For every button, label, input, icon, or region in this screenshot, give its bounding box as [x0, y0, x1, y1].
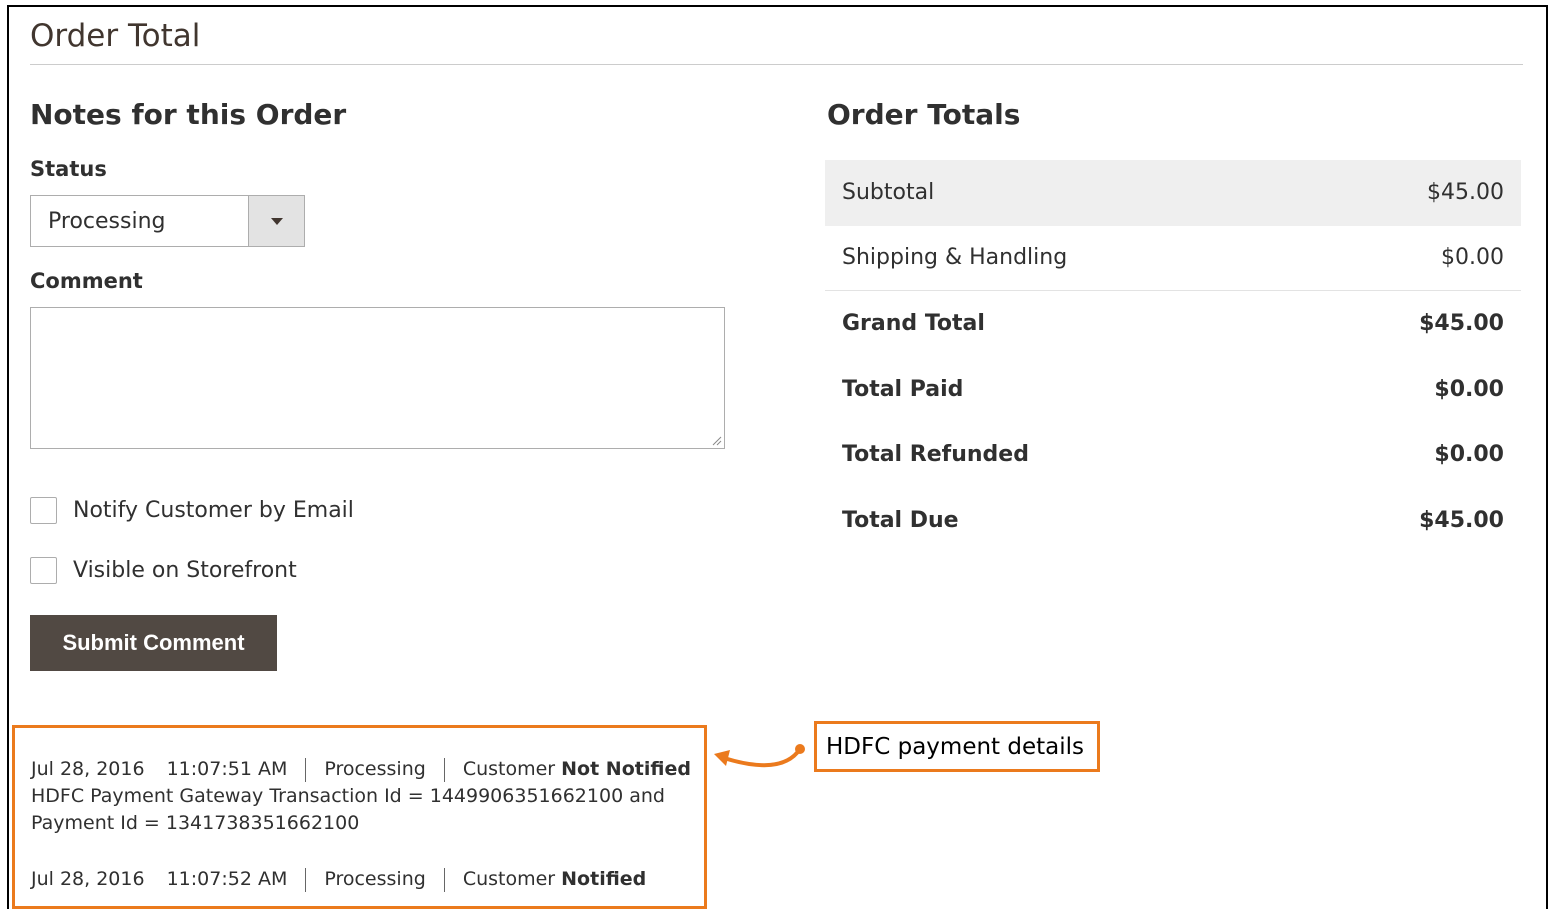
totals-row-label: Total Refunded: [842, 442, 1029, 468]
divider: [305, 867, 307, 892]
history-status: Processing: [324, 868, 426, 890]
totals-row-label: Total Paid: [842, 376, 964, 402]
visible-storefront-label[interactable]: Visible on Storefront: [73, 558, 297, 583]
resize-grip-icon[interactable]: [712, 436, 722, 446]
order-totals-table: Subtotal $45.00 Shipping & Handling $0.0…: [825, 160, 1521, 553]
totals-row-grand-total: Grand Total $45.00: [825, 291, 1521, 357]
history-comment-line: Payment Id = 1341738351662100: [31, 812, 360, 834]
history-customer-prefix: Customer: [462, 868, 556, 890]
history-date: Jul 28, 2016: [31, 868, 145, 890]
notify-email-row[interactable]: Notify Customer by Email: [30, 497, 354, 524]
totals-row-value: $45.00: [1419, 507, 1504, 533]
totals-row-label: Shipping & Handling: [842, 245, 1068, 271]
totals-title: Order Totals: [827, 98, 1021, 131]
notify-email-label[interactable]: Notify Customer by Email: [73, 498, 354, 523]
totals-row-value: $0.00: [1441, 245, 1504, 271]
curved-arrow-icon: [714, 744, 805, 768]
history-status: Processing: [324, 758, 426, 780]
comment-history: Jul 28, 2016 11:07:51 AM Processing Cust…: [12, 725, 707, 909]
section-title: Order Total: [30, 18, 201, 54]
totals-row-total-refunded: Total Refunded $0.00: [825, 422, 1521, 488]
totals-row-label: Grand Total: [842, 311, 985, 337]
totals-row-value: $0.00: [1434, 376, 1504, 402]
divider: [305, 757, 307, 782]
totals-row-subtotal: Subtotal $45.00: [825, 160, 1521, 226]
history-customer-state: Notified: [561, 868, 647, 890]
visible-storefront-checkbox[interactable]: [30, 557, 57, 584]
totals-row-value: $45.00: [1419, 311, 1504, 337]
totals-row-label: Subtotal: [842, 180, 935, 206]
totals-row-total-paid: Total Paid $0.00: [825, 357, 1521, 423]
status-select[interactable]: Processing: [30, 195, 305, 247]
comment-textarea[interactable]: [30, 307, 725, 449]
notes-title: Notes for this Order: [30, 98, 347, 131]
history-time: 11:07:52 AM: [166, 868, 288, 890]
annotation-label: HDFC payment details: [814, 721, 1100, 772]
history-entry: Jul 28, 2016 11:07:51 AM Processing Cust…: [31, 756, 691, 837]
history-time: 11:07:51 AM: [166, 758, 288, 780]
totals-row-label: Total Due: [842, 507, 959, 533]
notify-email-checkbox[interactable]: [30, 497, 57, 524]
section-divider: [30, 64, 1523, 65]
status-select-value: Processing: [48, 208, 166, 234]
visible-storefront-row[interactable]: Visible on Storefront: [30, 557, 297, 584]
history-customer-prefix: Customer: [462, 758, 556, 780]
divider: [443, 867, 445, 892]
submit-comment-button[interactable]: Submit Comment: [30, 615, 277, 671]
totals-row-value: $0.00: [1434, 442, 1504, 468]
totals-row-total-due: Total Due $45.00: [825, 488, 1521, 554]
history-entry: Jul 28, 2016 11:07:52 AM Processing Cust…: [31, 866, 646, 893]
divider: [443, 757, 445, 782]
history-date: Jul 28, 2016: [31, 758, 145, 780]
totals-row-value: $45.00: [1427, 180, 1504, 206]
comment-label: Comment: [30, 269, 143, 293]
history-customer-state: Not Notified: [561, 758, 691, 780]
status-label: Status: [30, 157, 107, 181]
history-comment-line: HDFC Payment Gateway Transaction Id = 14…: [31, 785, 665, 807]
totals-row-shipping: Shipping & Handling $0.00: [825, 226, 1521, 291]
chevron-down-icon[interactable]: [248, 196, 304, 246]
